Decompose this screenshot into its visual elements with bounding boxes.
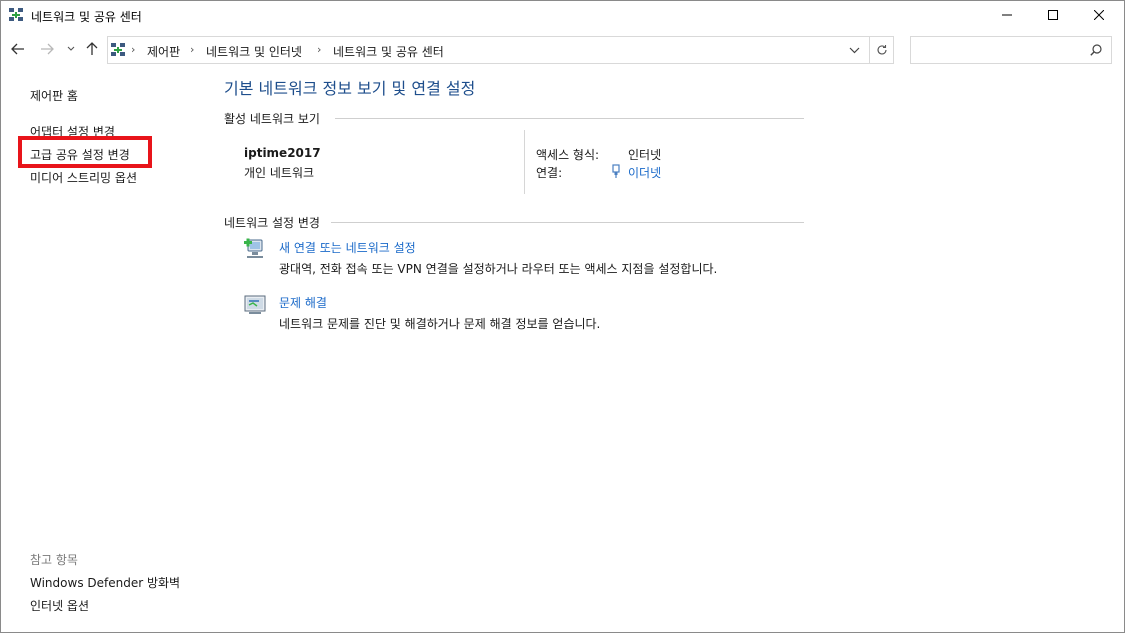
connection-label: 연결: — [536, 166, 563, 180]
forward-button[interactable] — [39, 41, 59, 61]
minimize-button[interactable] — [984, 0, 1030, 31]
window-title: 네트워크 및 공유 센터 — [31, 10, 142, 24]
breadcrumb-item[interactable]: 네트워크 및 공유 센터 — [333, 43, 444, 60]
breadcrumb-separator: › — [317, 43, 322, 56]
sidebar-link-media-streaming[interactable]: 미디어 스트리밍 옵션 — [30, 169, 137, 186]
network-icon — [9, 8, 23, 21]
up-button[interactable] — [84, 41, 104, 61]
breadcrumb-item[interactable]: 네트워크 및 인터넷 — [206, 43, 302, 60]
troubleshoot-description: 네트워크 문제를 진단 및 해결하거나 문제 해결 정보를 얻습니다. — [279, 317, 601, 331]
sidebar-link-control-panel-home[interactable]: 제어판 홈 — [30, 87, 78, 104]
active-networks-title: 활성 네트워크 보기 — [224, 112, 320, 126]
network-name: iptime2017 — [244, 146, 321, 160]
title-bar: 네트워크 및 공유 센터 — [0, 0, 1125, 31]
chevron-down-icon — [849, 47, 860, 54]
back-arrow-icon — [11, 43, 24, 55]
back-button[interactable] — [10, 41, 30, 61]
up-arrow-icon — [86, 42, 98, 55]
new-connection-description: 광대역, 전화 접속 또는 VPN 연결을 설정하거나 라우터 또는 액세스 지… — [279, 262, 718, 276]
group-divider — [331, 222, 804, 223]
refresh-icon — [877, 45, 887, 55]
close-icon — [1094, 10, 1104, 20]
group-divider — [335, 118, 804, 119]
address-bar[interactable]: › 제어판 › 네트워크 및 인터넷 › 네트워크 및 공유 센터 — [107, 36, 894, 64]
troubleshoot-link[interactable]: 문제 해결 — [279, 294, 327, 311]
search-icon — [1090, 44, 1102, 56]
address-dropdown-button[interactable] — [839, 37, 869, 63]
close-button[interactable] — [1076, 0, 1122, 31]
network-type[interactable]: 개인 네트워크 — [244, 164, 314, 181]
maximize-icon — [1048, 10, 1058, 20]
recent-locations-button[interactable] — [66, 41, 78, 61]
troubleshoot-icon — [244, 295, 266, 314]
network-icon — [111, 43, 125, 56]
minimize-icon — [1002, 14, 1012, 16]
change-settings-title: 네트워크 설정 변경 — [224, 216, 320, 230]
see-also-link-firewall[interactable]: Windows Defender 방화벽 — [30, 574, 180, 591]
connection-link-ethernet[interactable]: 이더넷 — [628, 164, 661, 181]
access-type-value: 인터넷 — [628, 148, 662, 162]
refresh-button[interactable] — [869, 37, 894, 63]
vertical-divider — [524, 130, 525, 194]
maximize-button[interactable] — [1030, 0, 1076, 31]
access-type-label: 액세스 형식: — [536, 148, 600, 162]
search-box[interactable] — [910, 36, 1112, 64]
breadcrumb-separator: › — [190, 43, 195, 56]
breadcrumb-item[interactable]: 제어판 — [147, 43, 180, 60]
see-also-link-internet-options[interactable]: 인터넷 옵션 — [30, 597, 89, 614]
page-title: 기본 네트워크 정보 보기 및 연결 설정 — [224, 79, 476, 98]
search-input[interactable] — [915, 40, 1084, 62]
breadcrumb-separator: › — [131, 43, 136, 56]
ethernet-icon — [612, 164, 620, 178]
forward-arrow-icon — [41, 43, 54, 55]
highlight-box — [18, 136, 152, 168]
new-connection-link[interactable]: 새 연결 또는 네트워크 설정 — [279, 239, 416, 256]
new-connection-icon — [244, 238, 263, 258]
see-also-title: 참고 항목 — [30, 553, 78, 567]
chevron-down-icon — [67, 46, 75, 51]
